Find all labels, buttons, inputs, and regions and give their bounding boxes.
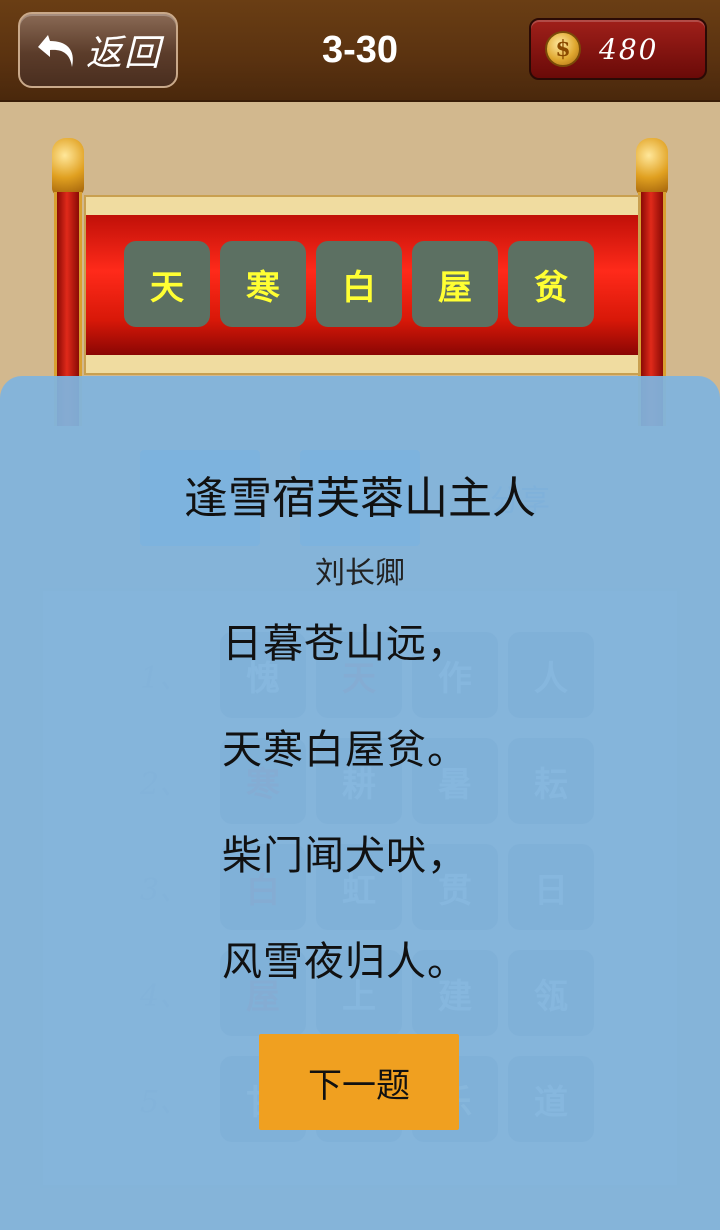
- poem-line: 风雪夜归人。: [222, 939, 468, 985]
- back-button[interactable]: 返回: [18, 12, 178, 88]
- top-bar: 返回 3-30 $ 480: [0, 0, 720, 102]
- next-question-button[interactable]: 下一题: [259, 1034, 459, 1130]
- answer-tile[interactable]: 白: [316, 241, 402, 327]
- poem-title: 逢雪宿芙蓉山主人: [184, 473, 536, 524]
- poem-line: 日暮苍山远，: [222, 621, 468, 667]
- poem-line: 柴门闻犬吠，: [222, 833, 468, 879]
- coin-icon: $: [545, 31, 581, 67]
- answer-tiles: 天 寒 白 屋 贫: [124, 241, 594, 327]
- answer-tile[interactable]: 屋: [412, 241, 498, 327]
- poem-author: 刘长卿: [315, 556, 405, 591]
- back-arrow-icon: [37, 35, 73, 67]
- answer-tile[interactable]: 寒: [220, 241, 306, 327]
- coin-count: 480: [599, 32, 659, 66]
- poem-body: 日暮苍山远， 天寒白屋贫。 柴门闻犬吠， 风雪夜归人。: [222, 616, 542, 1040]
- back-label: 返回: [85, 33, 162, 74]
- coin-counter[interactable]: $ 480: [529, 18, 707, 80]
- poem-line: 天寒白屋贫。: [222, 727, 468, 773]
- level-title: 3-30: [321, 28, 399, 71]
- answer-tile[interactable]: 贫: [508, 241, 594, 327]
- answer-tile[interactable]: 天: [124, 241, 210, 327]
